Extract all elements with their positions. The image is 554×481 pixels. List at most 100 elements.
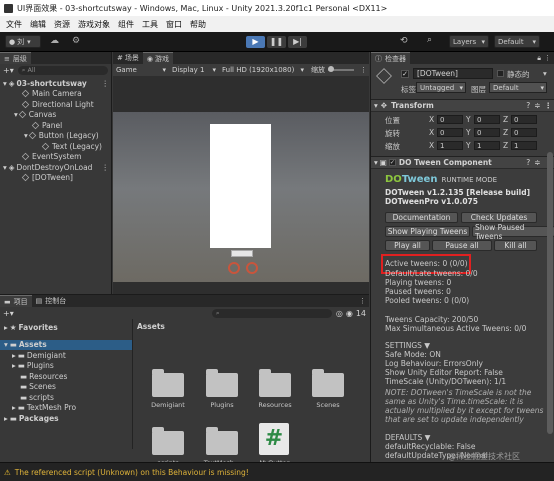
chevron-down-icon[interactable]: ▾ <box>543 69 547 78</box>
layers-dropdown[interactable]: Layers ▾ <box>449 35 489 48</box>
transform-x-field[interactable]: 1 <box>437 141 463 150</box>
resolution-dropdown[interactable]: Full HD (1920x1080) ▾ <box>219 66 307 74</box>
chevron-down-icon[interactable]: ▾ <box>3 163 7 172</box>
folder-icon[interactable] <box>206 369 238 397</box>
static-checkbox[interactable] <box>497 70 504 77</box>
assets-folder-item[interactable]: ▾ ▬ Assets <box>0 339 132 350</box>
settings-icon[interactable]: ≑ <box>534 101 540 110</box>
check-updates-button[interactable]: Check Updates <box>461 212 537 223</box>
object-name-field[interactable]: [DOTween] <box>413 68 493 79</box>
transform-header[interactable]: ▾ ✥ Transform ? ≑ ⋮ <box>371 99 554 112</box>
tab-hierarchy[interactable]: ≡ 层级 <box>0 52 31 64</box>
menu-component[interactable]: 组件 <box>118 19 134 30</box>
status-message[interactable]: The referenced script (Unknown) on this … <box>15 468 249 477</box>
tab-inspector[interactable]: ⓘ 检查器 <box>371 52 410 64</box>
pause-button[interactable]: ❚❚ <box>267 36 286 48</box>
tab-game[interactable]: ◉ 游戏 <box>142 52 173 64</box>
packages-item[interactable]: ▸ ▬ Packages <box>0 413 132 424</box>
documentation-button[interactable]: Documentation <box>385 212 458 223</box>
menu-dots-icon[interactable]: ⋮ <box>544 54 551 62</box>
ui-button[interactable] <box>231 250 253 257</box>
transform-x-field[interactable]: 0 <box>437 115 463 124</box>
layout-dropdown[interactable]: Default ▾ <box>494 35 540 48</box>
step-button[interactable]: ▶| <box>288 36 307 48</box>
tab-scene[interactable]: # 场景 <box>113 53 143 63</box>
kill-all-button[interactable]: Kill all <box>494 240 537 251</box>
list-item[interactable]: EventSystem <box>0 152 111 163</box>
active-checkbox[interactable]: ✓ <box>401 70 409 78</box>
folder-item[interactable]: ▬ scripts <box>0 392 132 403</box>
collab-icon[interactable]: ⚙ <box>72 36 80 46</box>
menu-dots-icon[interactable]: ⋮ <box>359 297 369 305</box>
menu-help[interactable]: 帮助 <box>190 19 206 30</box>
add-icon[interactable]: +▾ <box>3 309 14 318</box>
play-all-button[interactable]: Play all <box>385 240 430 251</box>
folder-icon[interactable] <box>312 369 344 397</box>
transform-y-field[interactable]: 0 <box>474 115 500 124</box>
list-item[interactable]: Text (Legacy) <box>0 141 111 152</box>
component-checkbox[interactable]: ✓ <box>388 159 396 166</box>
list-item[interactable]: ▾ Canvas <box>0 110 111 121</box>
tab-console[interactable]: ▤ 控制台 <box>32 296 71 306</box>
chevron-down-icon[interactable]: ▾ <box>24 131 28 140</box>
menu-window[interactable]: 窗口 <box>166 19 182 30</box>
menu-tools[interactable]: 工具 <box>142 19 158 30</box>
transform-z-field[interactable]: 1 <box>511 141 537 150</box>
folder-icon[interactable] <box>152 427 184 455</box>
cloud-icon[interactable]: ☁ <box>50 36 59 46</box>
menu-edit[interactable]: 编辑 <box>30 19 46 30</box>
layer-dropdown[interactable]: Default ▾ <box>489 82 547 93</box>
search-icon[interactable]: ⌕ <box>427 35 432 45</box>
slider-thumb[interactable] <box>328 66 334 72</box>
help-icon[interactable]: ? <box>526 158 530 167</box>
list-item[interactable]: Main Camera <box>0 89 111 100</box>
defaults-title[interactable]: DEFAULTS ▼ <box>385 433 430 442</box>
eye-icon[interactable]: ◉ <box>346 309 353 318</box>
list-item[interactable]: ▾ ◈ 03-shortcutsway ⋮ <box>0 78 111 89</box>
menu-gameobject[interactable]: 游戏对象 <box>78 19 110 30</box>
folder-item[interactable]: ▸ ▬ Plugins <box>0 361 132 372</box>
menu-file[interactable]: 文件 <box>6 19 22 30</box>
folder-icon[interactable] <box>259 369 291 397</box>
folder-item[interactable]: ▬ Resources <box>0 371 132 382</box>
menu-dots-icon[interactable]: ⋮ <box>102 79 112 88</box>
menu-dots-icon[interactable]: ⋮ <box>545 101 553 110</box>
dotween-component-header[interactable]: ▾ ▣ ✓ DO Tween Component ? ≑ ⋮ <box>371 156 554 169</box>
hierarchy-search-input[interactable]: ⌕ All <box>17 65 108 75</box>
chevron-down-icon[interactable]: ▾ <box>4 340 8 349</box>
chevron-right-icon[interactable]: ▸ <box>12 403 16 412</box>
list-item[interactable]: ▾ ◈ DontDestroyOnLoad ⋮ <box>0 162 111 173</box>
favorites-item[interactable]: ▸ ★ Favorites <box>0 322 132 333</box>
chevron-down-icon[interactable]: ▾ <box>14 110 18 119</box>
transform-y-field[interactable]: 1 <box>474 141 500 150</box>
list-item[interactable]: [DOTween] <box>0 173 111 184</box>
chevron-right-icon[interactable]: ▸ <box>12 361 16 370</box>
folder-item[interactable]: ▸ ▬ Demigiant <box>0 350 132 361</box>
chevron-down-icon[interactable]: ▾ <box>3 79 7 88</box>
transform-z-field[interactable]: 0 <box>511 128 537 137</box>
transform-z-field[interactable]: 0 <box>511 115 537 124</box>
add-icon[interactable]: +▾ <box>3 66 14 75</box>
list-item[interactable]: Panel <box>0 120 111 131</box>
lock-icon[interactable]: 🔒︎ <box>537 54 541 63</box>
display-dropdown[interactable]: Display 1 ▾ <box>169 66 219 74</box>
folder-icon[interactable] <box>206 427 238 455</box>
menu-dots-icon[interactable]: ⋮ <box>360 66 369 74</box>
help-icon[interactable]: ? <box>526 101 530 110</box>
folder-icon[interactable] <box>152 369 184 397</box>
game-viewport[interactable] <box>113 112 369 282</box>
tab-project[interactable]: ▬ 项目 <box>0 295 32 307</box>
history-icon[interactable]: ⟲ <box>400 36 408 46</box>
account-dropdown[interactable]: ● 刘 ▾ <box>5 35 41 48</box>
tag-dropdown[interactable]: Untagged ▾ <box>416 82 466 93</box>
menu-dots-icon[interactable]: ⋮ <box>102 163 112 172</box>
filter-icon[interactable]: ◎ <box>336 309 343 318</box>
chevron-right-icon[interactable]: ▸ <box>12 351 16 360</box>
transform-x-field[interactable]: 0 <box>437 128 463 137</box>
inspector-scrollbar[interactable] <box>547 152 553 434</box>
transform-y-field[interactable]: 0 <box>474 128 500 137</box>
csharp-script-icon[interactable]: # <box>259 423 289 455</box>
settings-title[interactable]: SETTINGS ▼ <box>385 341 430 350</box>
show-paused-tweens-button[interactable]: Show Paused Tweens <box>472 223 554 241</box>
project-search-input[interactable]: ⌕ <box>211 308 332 318</box>
